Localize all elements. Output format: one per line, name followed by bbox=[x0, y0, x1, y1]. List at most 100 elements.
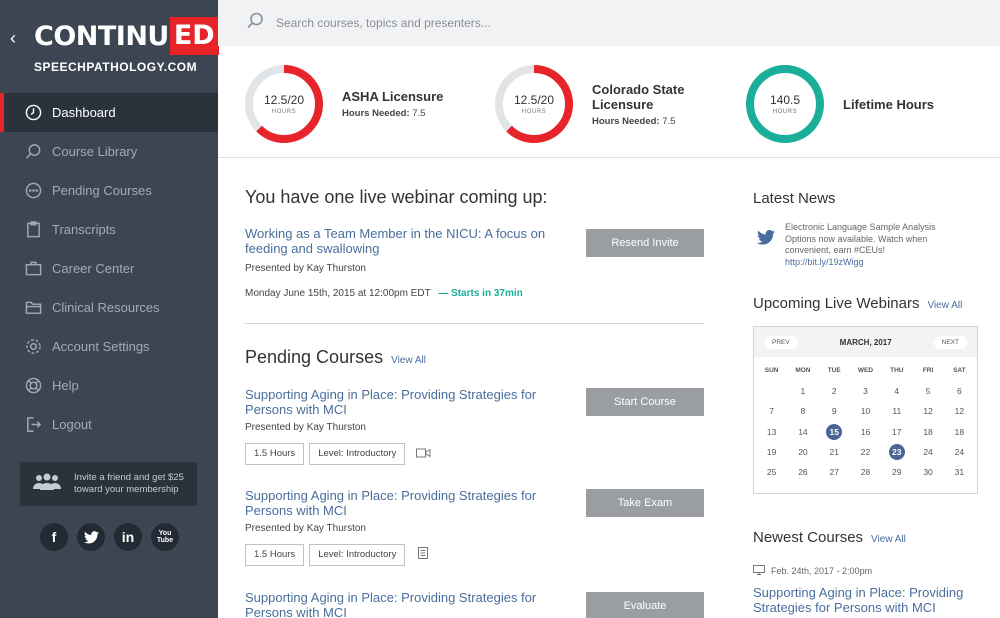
sidebar-item-clinical-resources[interactable]: Clinical Resources bbox=[0, 288, 218, 327]
twitter-icon bbox=[757, 229, 775, 250]
calendar-day-number: 5 bbox=[925, 386, 931, 397]
take-exam-button[interactable]: Take Exam bbox=[586, 489, 704, 517]
webinar-heading: You have one live webinar coming up: bbox=[245, 187, 548, 207]
sidebar-item-account-settings[interactable]: Account Settings bbox=[0, 327, 218, 366]
search-icon bbox=[246, 12, 264, 35]
calendar-day[interactable]: 19 bbox=[756, 442, 787, 462]
calendar-prev-button[interactable]: PREV bbox=[764, 335, 798, 349]
calendar-day[interactable]: 22 bbox=[850, 442, 881, 462]
calendar-day[interactable]: 20 bbox=[787, 442, 818, 462]
evaluate-button[interactable]: Evaluate bbox=[586, 592, 704, 618]
calendar-day[interactable]: 30 bbox=[912, 462, 943, 482]
calendar-day[interactable]: 6 bbox=[944, 381, 975, 401]
calendar-day[interactable]: 28 bbox=[850, 462, 881, 482]
calendar-day[interactable]: 14 bbox=[787, 422, 818, 442]
stat-info: Colorado State Licensure Hours Needed: 7… bbox=[592, 82, 702, 127]
stat-hours-needed: Hours Needed: 7.5 bbox=[342, 108, 443, 119]
course-title-link[interactable]: Supporting Aging in Place: Providing Str… bbox=[245, 488, 555, 518]
calendar-next-button[interactable]: NEXT bbox=[933, 335, 967, 349]
sidebar-item-label: Logout bbox=[52, 417, 92, 432]
sidebar-item-logout[interactable]: Logout bbox=[0, 405, 218, 444]
course-title-link[interactable]: Supporting Aging in Place: Providing Str… bbox=[245, 590, 555, 618]
calendar-day[interactable]: 18 bbox=[944, 422, 975, 442]
newest-course-title-link[interactable]: Supporting Aging in Place: Providing Str… bbox=[753, 585, 978, 615]
calendar-day[interactable]: 21 bbox=[819, 442, 850, 462]
calendar-day[interactable]: 29 bbox=[881, 462, 912, 482]
invite-text: Invite a friend and get $25 toward your … bbox=[74, 472, 184, 495]
progress-unit: HOURS bbox=[271, 109, 297, 115]
calendar-day[interactable]: 23 bbox=[881, 442, 912, 462]
upcoming-view-all-link[interactable]: View All bbox=[927, 300, 962, 311]
calendar-day[interactable]: 24 bbox=[912, 442, 943, 462]
calendar-day[interactable]: 17 bbox=[881, 422, 912, 442]
calendar-day-number: 12 bbox=[954, 406, 965, 417]
calendar-day[interactable]: 9 bbox=[819, 401, 850, 421]
invite-friend-banner[interactable]: Invite a friend and get $25 toward your … bbox=[20, 462, 197, 506]
sidebar-item-label: Dashboard bbox=[52, 105, 116, 120]
twitter-icon[interactable] bbox=[77, 523, 105, 551]
start-course-button[interactable]: Start Course bbox=[586, 388, 704, 416]
calendar-header: PREV MARCH, 2017 NEXT bbox=[754, 327, 977, 357]
webinar-title-link[interactable]: Working as a Team Member in the NICU: A … bbox=[245, 226, 555, 256]
sidebar-item-dashboard[interactable]: Dashboard bbox=[0, 93, 218, 132]
sidebar-item-career-center[interactable]: Career Center bbox=[0, 249, 218, 288]
licensure-stats: 12.5/20 HOURS ASHA Licensure Hours Neede… bbox=[218, 46, 1000, 158]
linkedin-icon[interactable]: in bbox=[114, 523, 142, 551]
search-icon bbox=[24, 143, 42, 161]
newest-view-all-link[interactable]: View All bbox=[871, 534, 906, 545]
calendar-day-number: 18 bbox=[954, 426, 965, 437]
calendar-day[interactable]: 31 bbox=[944, 462, 975, 482]
calendar-day[interactable]: 2 bbox=[819, 381, 850, 401]
calendar-day[interactable]: 11 bbox=[881, 401, 912, 421]
calendar-day-number: 27 bbox=[829, 467, 839, 478]
upcoming-webinars-heading: Upcoming Live Webinars bbox=[753, 295, 920, 312]
pending-view-all-link[interactable]: View All bbox=[391, 355, 426, 366]
youtube-label: You Tube bbox=[156, 530, 174, 544]
youtube-icon[interactable]: You Tube bbox=[151, 523, 179, 551]
calendar-day[interactable]: 10 bbox=[850, 401, 881, 421]
calendar-day[interactable]: 24 bbox=[944, 442, 975, 462]
calendar-day[interactable]: 18 bbox=[912, 422, 943, 442]
stat-hours-needed: Hours Needed: 7.5 bbox=[592, 116, 702, 127]
calendar-day[interactable]: 1 bbox=[787, 381, 818, 401]
calendar-day-number: 4 bbox=[894, 386, 900, 397]
collapse-sidebar-chevron-icon[interactable]: ‹ bbox=[10, 28, 16, 49]
calendar-weekday: WED bbox=[857, 367, 874, 374]
calendar-day-number: 9 bbox=[831, 406, 837, 417]
calendar-day[interactable]: 5 bbox=[912, 381, 943, 401]
calendar-day[interactable]: 12 bbox=[912, 401, 943, 421]
calendar-day-number: 31 bbox=[954, 467, 965, 478]
progress-unit: HOURS bbox=[521, 109, 547, 115]
resend-invite-button[interactable]: Resend Invite bbox=[586, 229, 704, 257]
calendar-day[interactable]: 27 bbox=[819, 462, 850, 482]
course-title-link[interactable]: Supporting Aging in Place: Providing Str… bbox=[245, 387, 555, 417]
stat-info: Lifetime Hours bbox=[843, 97, 934, 112]
people-icon bbox=[32, 473, 62, 496]
calendar-day[interactable]: 8 bbox=[787, 401, 818, 421]
calendar-day-number: 24 bbox=[954, 447, 965, 458]
logo[interactable]: CONTINU ED bbox=[34, 17, 219, 55]
lifebuoy-icon bbox=[24, 377, 42, 395]
calendar-day[interactable]: 7 bbox=[756, 401, 787, 421]
news-link[interactable]: http://bit.ly/19zWigg bbox=[785, 257, 864, 267]
webinar-presenter: Presented by Kay Thurston bbox=[245, 263, 366, 274]
pending-courses-heading: Pending Courses bbox=[245, 347, 384, 367]
video-icon bbox=[416, 445, 431, 463]
calendar-day[interactable]: 16 bbox=[850, 422, 881, 442]
calendar-day[interactable]: 25 bbox=[756, 462, 787, 482]
sidebar-item-help[interactable]: Help bbox=[0, 366, 218, 405]
calendar-day[interactable]: 4 bbox=[881, 381, 912, 401]
facebook-icon[interactable]: f bbox=[40, 523, 68, 551]
calendar-day[interactable]: 13 bbox=[756, 422, 787, 442]
calendar-day-number: 1 bbox=[800, 386, 806, 397]
sidebar-item-pending-courses[interactable]: Pending Courses bbox=[0, 171, 218, 210]
search-input[interactable] bbox=[276, 16, 676, 30]
calendar-day-number: 13 bbox=[766, 426, 777, 437]
calendar-day[interactable]: 15 bbox=[819, 422, 850, 442]
sidebar-item-course-library[interactable]: Course Library bbox=[0, 132, 218, 171]
sidebar-item-label: Course Library bbox=[52, 144, 138, 159]
sidebar-item-transcripts[interactable]: Transcripts bbox=[0, 210, 218, 249]
calendar-day[interactable]: 3 bbox=[850, 381, 881, 401]
calendar-day[interactable]: 12 bbox=[944, 401, 975, 421]
calendar-day[interactable]: 26 bbox=[787, 462, 818, 482]
